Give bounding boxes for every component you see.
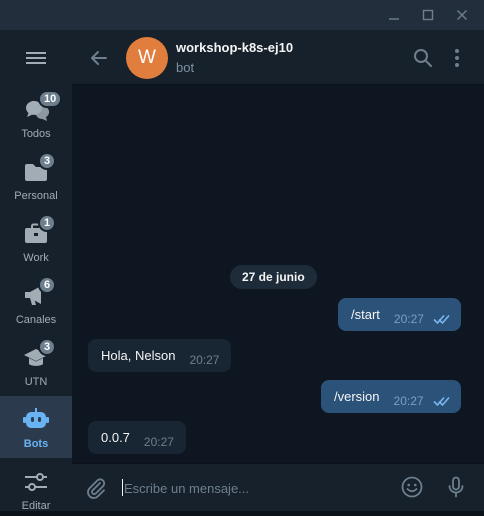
double-check-icon — [432, 396, 450, 406]
sidebar-item-work[interactable]: 1 Work — [0, 210, 72, 272]
message-history[interactable]: 27 de junio /start 20:27 Hola, Nelson 20… — [72, 85, 484, 463]
message-text: 0.0.7 — [101, 430, 130, 445]
sidebar-item-label: Canales — [15, 314, 57, 326]
unread-badge: 3 — [38, 152, 57, 170]
message-composer — [72, 463, 484, 511]
sidebar-item-label: Personal — [14, 190, 58, 202]
sidebar-item-label: Bots — [23, 438, 49, 450]
sidebar-item-bots[interactable]: Bots — [0, 396, 72, 458]
maximize-button[interactable] — [410, 0, 446, 30]
chat-header: W workshop-k8s-ej10 bot — [72, 30, 484, 85]
message-incoming[interactable]: 0.0.7 20:27 — [88, 421, 186, 454]
microphone-icon[interactable] — [444, 475, 468, 499]
text-caret — [122, 479, 123, 496]
sidebar-item-label: UTN — [24, 376, 48, 388]
hamburger-menu-icon — [26, 52, 46, 64]
message-time: 20:27 — [143, 434, 174, 449]
sidebar-item-utn[interactable]: 3 UTN — [0, 334, 72, 396]
chat-avatar[interactable]: W — [126, 37, 168, 79]
sidebar-item-label: Todos — [21, 128, 51, 140]
message-time: 20:27 — [189, 352, 220, 367]
unread-badge: 3 — [38, 338, 57, 356]
close-icon — [457, 10, 467, 20]
message-text: /start — [351, 307, 380, 322]
sidebar-item-canales[interactable]: 6 Canales — [0, 272, 72, 334]
chat-status: bot — [176, 60, 195, 75]
sidebar-item-label: Work — [23, 252, 49, 264]
message-incoming[interactable]: Hola, Nelson 20:27 — [88, 339, 232, 372]
robot-icon — [23, 408, 49, 428]
sidebar-item-personal[interactable]: 3 Personal — [0, 148, 72, 210]
message-input[interactable] — [124, 476, 384, 500]
message-outgoing[interactable]: /start 20:27 — [338, 298, 461, 331]
message-time: 20:27 — [393, 311, 424, 326]
message-time: 20:27 — [393, 393, 424, 408]
sidebar-item-editar[interactable]: Editar — [0, 458, 72, 516]
close-window-button[interactable] — [444, 0, 480, 30]
maximize-icon — [422, 9, 434, 21]
date-separator: 27 de junio — [230, 265, 317, 289]
sliders-icon — [25, 473, 47, 491]
search-icon[interactable] — [412, 47, 434, 69]
folders-sidebar: 10 Todos 3 Personal 1 Work 6 Canales 3 U — [0, 30, 72, 516]
minimize-button[interactable] — [376, 0, 412, 30]
window-titlebar — [0, 0, 484, 30]
minimize-icon — [389, 18, 399, 20]
sidebar-item-todos[interactable]: 10 Todos — [0, 86, 72, 148]
window-bottom-edge — [0, 511, 484, 516]
back-arrow-icon[interactable] — [86, 45, 112, 71]
chat-title[interactable]: workshop-k8s-ej10 — [176, 40, 293, 55]
unread-badge: 6 — [38, 276, 57, 294]
main-menu-button[interactable] — [0, 30, 72, 86]
more-options-icon[interactable] — [450, 46, 464, 70]
emoji-icon[interactable] — [400, 475, 424, 499]
unread-badge: 10 — [38, 90, 63, 108]
unread-badge: 1 — [38, 214, 57, 232]
message-outgoing[interactable]: /version 20:27 — [321, 380, 461, 413]
double-check-icon — [433, 314, 450, 324]
message-text: /version — [334, 389, 380, 404]
paperclip-icon[interactable] — [84, 476, 108, 500]
message-text: Hola, Nelson — [101, 348, 176, 363]
